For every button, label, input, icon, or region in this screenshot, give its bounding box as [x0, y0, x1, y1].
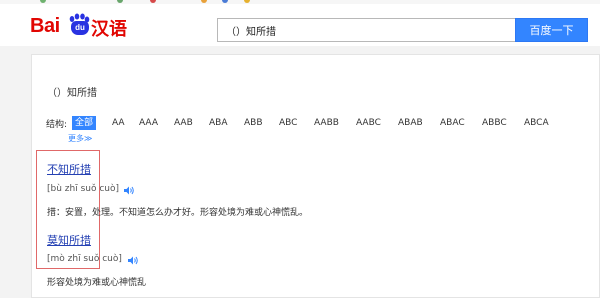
structure-tag-abbc[interactable]: ABBC	[482, 116, 507, 130]
toolbar-icon[interactable]	[201, 0, 207, 3]
more-structures-link[interactable]: 更多≫	[68, 133, 92, 144]
baidu-hanyu-logo[interactable]: Bai du 汉语	[30, 13, 140, 40]
structure-tag-abc[interactable]: ABC	[279, 116, 297, 130]
structure-tag-aba[interactable]: ABA	[209, 116, 228, 130]
toolbar-icon[interactable]	[117, 0, 123, 3]
toolbar-icon[interactable]	[244, 0, 250, 3]
speaker-icon[interactable]	[124, 186, 135, 195]
structure-tag-aabb[interactable]: AABB	[314, 116, 339, 130]
result-word-link[interactable]: 不知所措	[47, 161, 91, 177]
toolbar-icon[interactable]	[40, 0, 46, 3]
structure-tag-aa[interactable]: AA	[112, 116, 125, 130]
query-title: （）知所措	[47, 88, 97, 99]
structure-label: 结构:	[46, 120, 68, 130]
structure-tag-abca[interactable]: ABCA	[524, 116, 549, 130]
speaker-icon[interactable]	[128, 256, 139, 265]
structure-tag-aaa[interactable]: AAA	[139, 116, 158, 130]
result-pinyin: [mò zhī suǒ cuò]	[47, 254, 122, 264]
result-word-link[interactable]: 莫知所措	[47, 232, 91, 248]
search-button[interactable]: 百度一下	[515, 18, 588, 42]
result-definition: 措：安置，处理。不知道怎么办才好。形容处境为难或心神慌乱。	[47, 208, 309, 218]
structure-tag-aab[interactable]: AAB	[174, 116, 193, 130]
result-definition: 形容处境为难或心神慌乱	[47, 278, 147, 288]
toolbar-icon[interactable]	[222, 0, 228, 3]
toolbar-icon[interactable]	[150, 0, 156, 3]
result-pinyin: [bù zhī suǒ cuò]	[47, 184, 120, 194]
structure-tag-abab[interactable]: ABAB	[398, 116, 423, 130]
logo-text-du: du	[71, 21, 89, 35]
page-header: Bai du 汉语 百度一下	[0, 4, 600, 46]
structure-tag-all[interactable]: 全部	[72, 116, 97, 130]
structure-tag-aabc[interactable]: AABC	[356, 116, 381, 130]
search-input[interactable]	[218, 19, 515, 41]
structure-tag-abb[interactable]: ABB	[244, 116, 263, 130]
search-box	[217, 18, 515, 42]
structure-tag-abac[interactable]: ABAC	[440, 116, 465, 130]
logo-text-hanyu: 汉语	[91, 19, 127, 40]
logo-text-bai: Bai	[30, 15, 60, 37]
